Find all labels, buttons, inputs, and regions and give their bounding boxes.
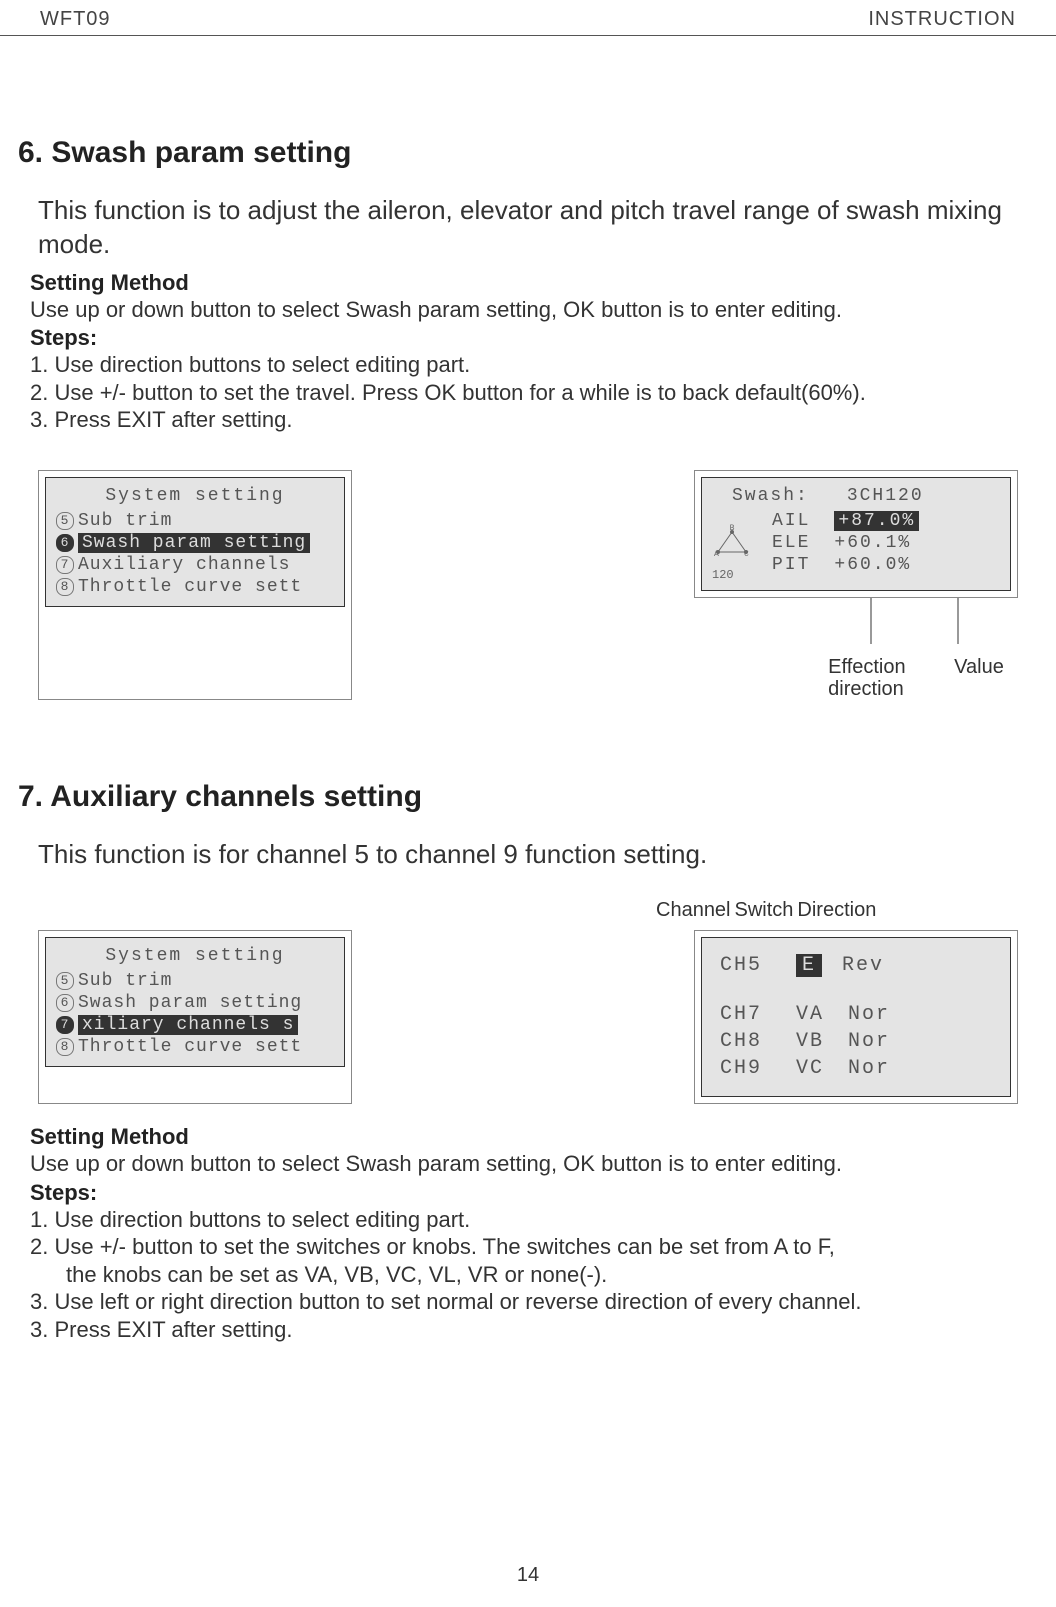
menu-row: 5Sub trim [56,510,334,532]
label-switch: Switch [735,899,794,922]
aux-row: CH5ERev [720,952,992,979]
svg-text:C: C [744,550,749,559]
aux-row: CH9VCNor [720,1055,992,1082]
svg-text:A: A [714,550,719,559]
lcd-title: System setting [56,486,334,506]
swash-row: AIL+87.0% [772,510,919,532]
menu-row: 8Throttle curve sett [56,1036,334,1058]
section7-method-title: Setting Method [30,1124,1038,1150]
menu-row-selected: 7xiliary channels s [56,1014,334,1036]
page-content: 6. Swash param setting This function is … [0,36,1056,1343]
menu-row: 8Throttle curve sett [56,576,334,598]
swash-row: PIT+60.0% [772,554,919,576]
swash-screen-block: Swash: 3CH120 B [694,470,1018,700]
section6-method-text: Use up or down button to select Swash pa… [30,296,1038,324]
section6-intro: This function is to adjust the aileron, … [38,194,1038,262]
section7-method-text: Use up or down button to select Swash pa… [30,1150,1038,1178]
lcd-system-setting-2: System setting 5Sub trim 6Swash param se… [38,930,352,1104]
section7-step2: 2. Use +/- button to set the switches or… [30,1233,1038,1261]
aux-row-blank [720,979,992,1001]
section7-step1: 1. Use direction buttons to select editi… [30,1206,1038,1234]
lcd-swash-values: Swash: 3CH120 B [694,470,1018,598]
section6-method-title: Setting Method [30,270,1038,296]
swash-pointer-lines [696,598,1016,648]
aux-column-labels: Channel Switch Direction [656,899,1038,922]
swash-header-left: Swash: [732,486,809,506]
menu-row: 6Swash param setting [56,992,334,1014]
section6-title: 6. Swash param setting [18,136,1038,170]
menu-row-selected: 6Swash param setting [56,532,334,554]
aux-row: CH8VBNor [720,1028,992,1055]
section7-step2b: the knobs can be set as VA, VB, VC, VL, … [66,1261,1038,1289]
label-channel: Channel [656,899,731,922]
label-value: Value [954,656,1004,700]
section7-step4: 3. Press EXIT after setting. [30,1316,1038,1344]
page-header: WFT09 INSTRUCTION [0,0,1056,36]
section7-step3: 3. Use left or right direction button to… [30,1288,1038,1316]
label-direction: Direction [797,899,876,922]
aux-row: CH7VANor [720,1001,992,1028]
section6-step1: 1. Use direction buttons to select editi… [30,351,1038,379]
section7-steps-title: Steps: [30,1180,1038,1206]
swash-header-right: 3CH120 [847,486,924,506]
menu-row: 7Auxiliary channels [56,554,334,576]
svg-text:B: B [730,524,735,533]
swash-row: ELE+60.1% [772,532,919,554]
section6-steps-title: Steps: [30,325,1038,351]
menu-row: 5Sub trim [56,970,334,992]
swash-type-icon: B A C 120 [712,524,752,582]
lcd-title: System setting [56,946,334,966]
lcd-aux-channels: CH5ERev CH7VANor CH8VBNor CH9VCNor [694,930,1018,1104]
page-number: 14 [517,1564,539,1587]
section6-step2: 2. Use +/- button to set the travel. Pre… [30,379,1038,407]
section6-screenshots: System setting 5Sub trim 6Swash param se… [38,470,1018,700]
lcd-system-setting: System setting 5Sub trim 6Swash param se… [38,470,352,700]
label-effection-direction: Effection direction [828,656,918,700]
section7-intro: This function is for channel 5 to channe… [38,838,1038,872]
section6-step3: 3. Press EXIT after setting. [30,406,1038,434]
section7-screenshots: System setting 5Sub trim 6Swash param se… [38,930,1018,1104]
section7-title: 7. Auxiliary channels setting [18,780,1038,814]
doc-type: INSTRUCTION [868,8,1016,31]
model-code: WFT09 [40,8,111,31]
